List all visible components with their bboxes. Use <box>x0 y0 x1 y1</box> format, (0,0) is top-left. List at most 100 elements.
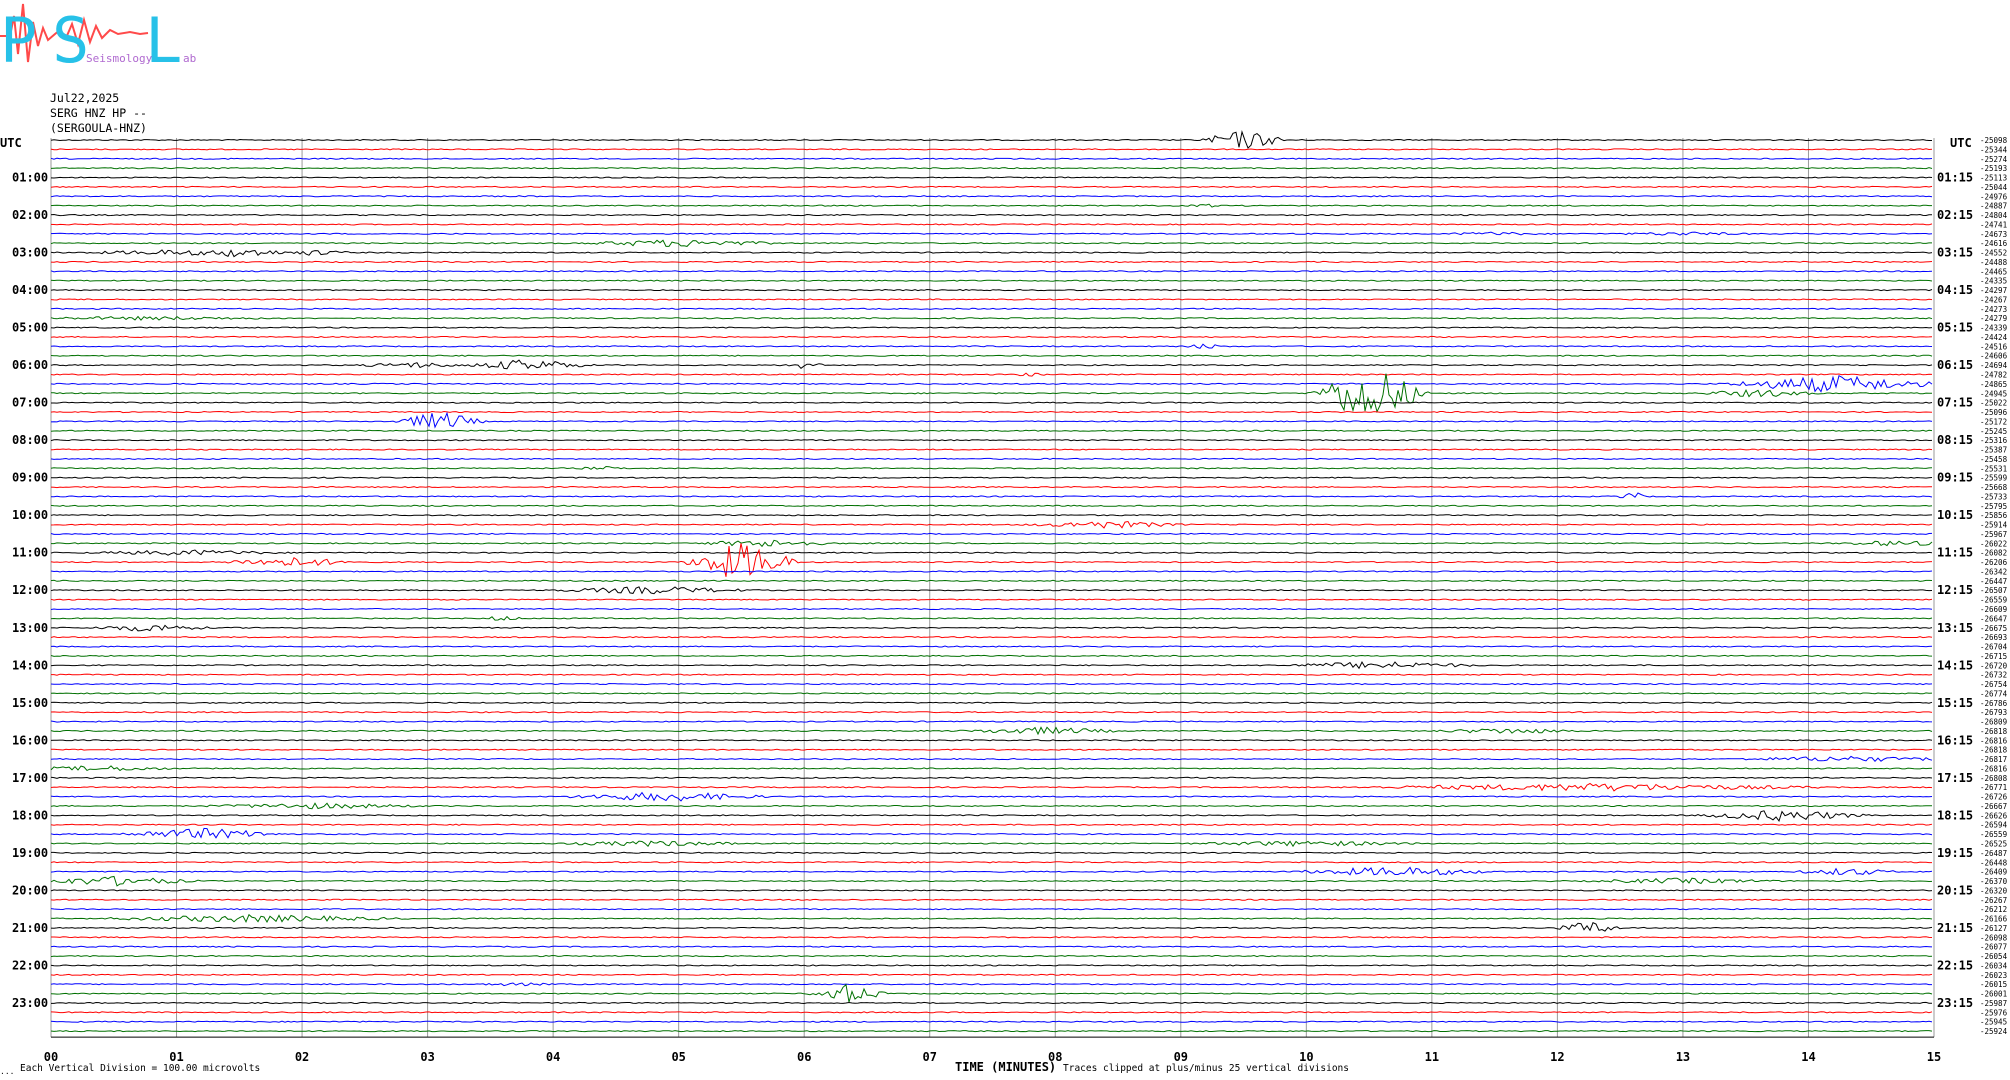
trace-offset-label: -25344 <box>1980 145 2008 154</box>
x-tick-label: 10 <box>1299 1050 1313 1064</box>
x-tick-label: 01 <box>169 1050 183 1064</box>
left-hour-label: 13:00 <box>12 621 48 635</box>
x-tick-label: 06 <box>797 1050 811 1064</box>
trace-offset-label: -26370 <box>1980 877 2008 886</box>
left-hour-label: 16:00 <box>12 733 48 747</box>
trace-88 <box>50 964 1933 967</box>
trace-offset-label: -26206 <box>1980 558 2008 567</box>
left-hour-label: 10:00 <box>12 508 48 522</box>
trace-53 <box>50 636 1933 639</box>
trace-offset-label: -26448 <box>1980 858 2008 867</box>
right-hour-label: 04:15 <box>1937 283 1973 297</box>
trace-8 <box>50 213 1933 217</box>
right-hour-label: 18:15 <box>1937 808 1973 822</box>
left-hour-label: 21:00 <box>12 921 48 935</box>
trace-offset-label: -25733 <box>1980 492 2007 501</box>
trace-offset-label: -26023 <box>1980 971 2007 980</box>
right-hour-label: 13:15 <box>1937 621 1973 635</box>
trace-offset-label: -26507 <box>1980 586 2007 595</box>
trace-offset-label: -26818 <box>1980 746 2008 755</box>
x-tick-label: 14 <box>1801 1050 1815 1064</box>
trace-offset-label: -26525 <box>1980 840 2007 849</box>
trace-22 <box>50 343 1933 349</box>
seismogram-traces <box>50 130 1933 1033</box>
trace-offset-label: -26166 <box>1980 915 2008 924</box>
trace-offset-label: -25668 <box>1980 483 2008 492</box>
trace-offset-label: -24552 <box>1980 249 2007 258</box>
trace-offset-label: -25113 <box>1980 174 2007 183</box>
trace-offset-label: -24976 <box>1980 192 2008 201</box>
trace-offset-label: -25945 <box>1980 1018 2007 1027</box>
trace-82 <box>50 908 1933 911</box>
right-hour-label: 10:15 <box>1937 508 1973 522</box>
trace-57 <box>51 673 1933 676</box>
trace-58 <box>50 682 1933 686</box>
trace-offset-label: -25599 <box>1980 474 2007 483</box>
x-tick-label: 11 <box>1425 1050 1439 1064</box>
trace-48 <box>50 586 1933 595</box>
trace-29 <box>50 410 1933 414</box>
x-tick-label: 05 <box>671 1050 685 1064</box>
right-axis-utc-label: UTC <box>1950 136 1972 150</box>
trace-offset-label: -25096 <box>1980 408 2008 417</box>
trace-6 <box>50 195 1933 198</box>
trace-offset-label: -25387 <box>1980 446 2007 455</box>
trace-offset-label: -26816 <box>1980 764 2008 773</box>
trace-offset-label: -26774 <box>1980 689 2008 698</box>
trace-offset-label: -26817 <box>1980 755 2007 764</box>
trace-46 <box>50 570 1933 573</box>
trace-34 <box>50 457 1933 461</box>
trace-offset-label: -26786 <box>1980 699 2008 708</box>
x-tick-label: 03 <box>420 1050 434 1064</box>
trace-offset-label: -26818 <box>1980 727 2008 736</box>
trace-39 <box>50 504 1933 507</box>
trace-9 <box>50 223 1933 226</box>
trace-51 <box>50 615 1933 621</box>
trace-10 <box>50 231 1933 236</box>
left-hour-label: 05:00 <box>12 321 48 335</box>
trace-offset-label: -24273 <box>1980 305 2007 314</box>
clipping-note: Traces clipped at plus/minus 25 vertical… <box>1063 1063 1349 1074</box>
trace-offset-label: -25044 <box>1980 183 2008 192</box>
trace-offset-label: -24297 <box>1980 286 2007 295</box>
trace-offset-label: -26732 <box>1980 671 2007 680</box>
corner-mark: ... <box>0 1067 14 1076</box>
trace-89 <box>50 973 1933 976</box>
trace-offset-label: -24616 <box>1980 239 2008 248</box>
trace-1 <box>50 148 1933 151</box>
left-hour-label: 04:00 <box>12 283 48 297</box>
trace-84 <box>50 922 1933 932</box>
trace-87 <box>50 954 1933 958</box>
right-hour-label: 11:15 <box>1937 546 1973 560</box>
trace-2 <box>50 157 1933 160</box>
trace-offset-labels: -25098-25344-25274-25193-25113-25044-249… <box>1980 136 2008 1036</box>
trace-94 <box>50 1020 1933 1023</box>
x-tick-label: 00 <box>44 1050 58 1064</box>
trace-55 <box>50 654 1933 657</box>
trace-80 <box>50 889 1933 892</box>
trace-offset-label: -26793 <box>1980 708 2007 717</box>
right-hour-label: 02:15 <box>1937 208 1973 222</box>
left-hour-label: 03:00 <box>12 246 48 260</box>
trace-41 <box>50 520 1933 529</box>
trace-23 <box>50 354 1933 357</box>
left-hour-label: 14:00 <box>12 658 48 672</box>
left-hour-label: 07:00 <box>12 396 48 410</box>
trace-offset-label: -26487 <box>1980 849 2007 858</box>
trace-15 <box>50 279 1933 282</box>
trace-28 <box>51 401 1933 404</box>
trace-offset-label: -24945 <box>1980 389 2007 398</box>
trace-70 <box>50 791 1933 802</box>
trace-31 <box>50 429 1933 432</box>
right-hour-label: 06:15 <box>1937 358 1973 372</box>
trace-19 <box>50 315 1933 321</box>
left-hour-label: 08:00 <box>12 433 48 447</box>
trace-offset-label: -25795 <box>1980 502 2007 511</box>
trace-83 <box>50 913 1933 924</box>
trace-65 <box>50 748 1933 751</box>
trace-offset-label: -24673 <box>1980 230 2007 239</box>
trace-offset-label: -25022 <box>1980 399 2007 408</box>
trace-3 <box>50 167 1933 170</box>
trace-21 <box>50 335 1933 339</box>
right-hour-label: 22:15 <box>1937 958 1973 972</box>
